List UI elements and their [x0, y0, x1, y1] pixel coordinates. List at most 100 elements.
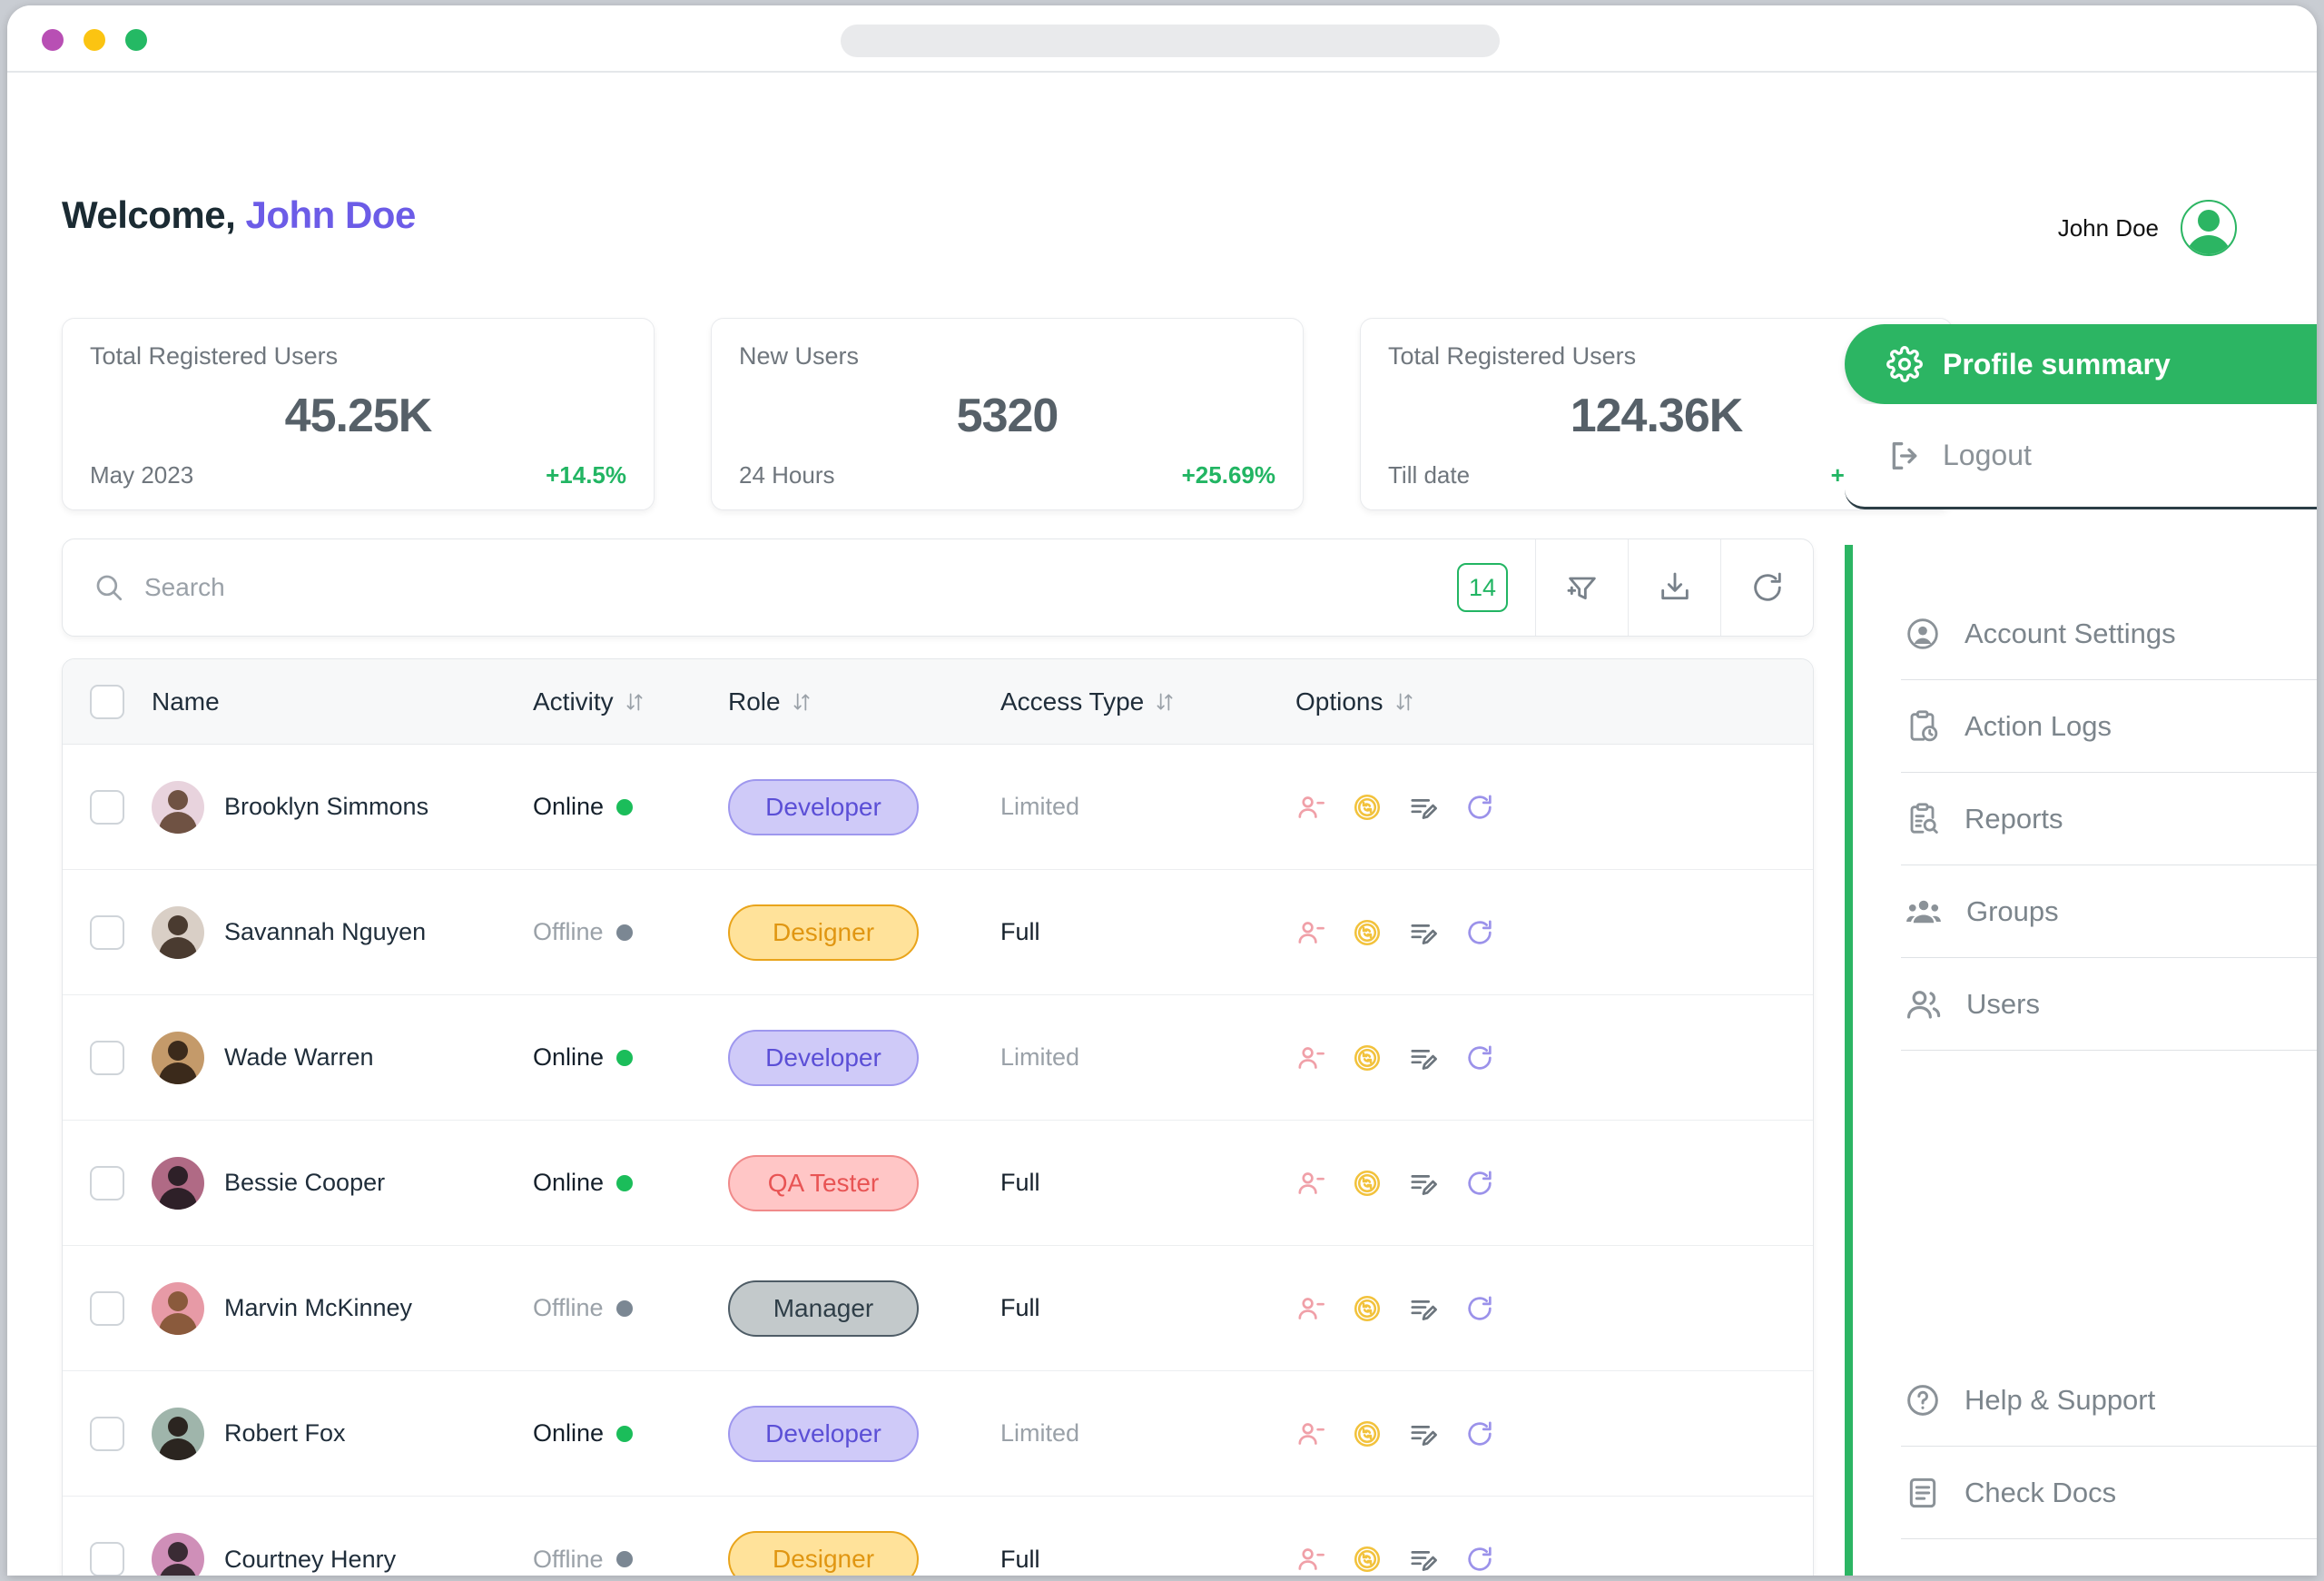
role-badge[interactable]: Developer	[728, 1405, 919, 1462]
row-select-cell[interactable]	[63, 789, 152, 825]
remove-user-icon[interactable]	[1295, 1544, 1326, 1575]
coin-swap-icon[interactable]	[1352, 1293, 1383, 1324]
sort-icon[interactable]	[623, 690, 646, 714]
edit-list-icon[interactable]	[1408, 1168, 1439, 1199]
address-bar[interactable]	[841, 25, 1500, 57]
remove-user-icon[interactable]	[1295, 1168, 1326, 1199]
edit-list-icon[interactable]	[1408, 1042, 1439, 1073]
sidebar-item-users[interactable]: Users	[1901, 958, 2317, 1051]
sort-icon[interactable]	[1153, 690, 1177, 714]
coin-swap-icon[interactable]	[1352, 1042, 1383, 1073]
edit-list-icon[interactable]	[1408, 1418, 1439, 1449]
avatar[interactable]	[152, 780, 204, 834]
row-checkbox[interactable]	[90, 1165, 124, 1201]
access-type-label: Full	[1000, 1294, 1040, 1321]
table-row[interactable]: Robert Fox Online Developer Limited	[63, 1371, 1813, 1497]
row-checkbox[interactable]	[90, 789, 124, 825]
profile-summary-label: Profile summary	[1943, 347, 2171, 380]
refresh-button[interactable]	[1720, 539, 1813, 636]
coin-swap-icon[interactable]	[1352, 792, 1383, 823]
row-select-cell[interactable]	[63, 1040, 152, 1075]
avatar[interactable]	[152, 1031, 204, 1084]
search-field[interactable]	[63, 539, 1430, 636]
column-header-activity[interactable]: Activity	[533, 687, 728, 716]
row-checkbox[interactable]	[90, 914, 124, 950]
stat-cards: Total Registered Users 45.25K May 2023 +…	[62, 318, 1953, 510]
row-select-cell[interactable]	[63, 914, 152, 950]
role-badge[interactable]: Designer	[728, 904, 919, 961]
edit-list-icon[interactable]	[1408, 792, 1439, 823]
role-badge[interactable]: Developer	[728, 1029, 919, 1086]
row-checkbox[interactable]	[90, 1416, 124, 1451]
sort-icon[interactable]	[1393, 690, 1416, 714]
table-row[interactable]: Savannah Nguyen Offline Designer Full	[63, 870, 1813, 995]
role-badge[interactable]: QA Tester	[728, 1154, 919, 1211]
row-checkbox[interactable]	[90, 1290, 124, 1326]
select-all-cell[interactable]	[63, 684, 152, 719]
avatar[interactable]	[152, 905, 204, 959]
column-header-access-type[interactable]: Access Type	[1000, 687, 1295, 716]
sidebar-item-action-logs[interactable]: Action Logs	[1901, 680, 2317, 773]
avatar[interactable]	[152, 1407, 204, 1460]
table-row[interactable]: Courtney Henry Offline Designer Full	[63, 1497, 1813, 1576]
sidebar-item-reports[interactable]: Reports	[1901, 773, 2317, 865]
filter-button[interactable]	[1535, 539, 1628, 636]
column-header-options[interactable]: Options	[1295, 687, 1813, 716]
refresh-icon[interactable]	[1464, 1042, 1495, 1073]
refresh-icon[interactable]	[1464, 792, 1495, 823]
remove-user-icon[interactable]	[1295, 1293, 1326, 1324]
column-header-name[interactable]: Name	[152, 687, 533, 716]
status-badge[interactable]: 14	[1457, 563, 1508, 612]
row-select-cell[interactable]	[63, 1165, 152, 1201]
close-button-icon[interactable]	[42, 29, 64, 51]
role-badge[interactable]: Manager	[728, 1280, 919, 1337]
coin-swap-icon[interactable]	[1352, 917, 1383, 948]
row-checkbox[interactable]	[90, 1040, 124, 1075]
row-checkbox[interactable]	[90, 1542, 124, 1576]
row-select-cell[interactable]	[63, 1416, 152, 1451]
profile-summary-button[interactable]: Profile summary	[1845, 324, 2317, 404]
refresh-icon[interactable]	[1464, 1544, 1495, 1575]
refresh-icon[interactable]	[1464, 1418, 1495, 1449]
sort-icon[interactable]	[790, 690, 813, 714]
edit-list-icon[interactable]	[1408, 917, 1439, 948]
edit-list-icon[interactable]	[1408, 1293, 1439, 1324]
avatar[interactable]	[152, 1533, 204, 1576]
document-icon	[1905, 1475, 1941, 1511]
select-all-checkbox[interactable]	[90, 684, 124, 719]
coin-swap-icon[interactable]	[1352, 1544, 1383, 1575]
remove-user-icon[interactable]	[1295, 917, 1326, 948]
coin-swap-icon[interactable]	[1352, 1168, 1383, 1199]
sidebar-item-account-settings[interactable]: Account Settings	[1901, 588, 2317, 680]
role-badge[interactable]: Designer	[728, 1531, 919, 1576]
sidebar-item-groups[interactable]: Groups	[1901, 865, 2317, 958]
column-header-role[interactable]: Role	[728, 687, 1000, 716]
table-row[interactable]: Marvin McKinney Offline Manager Full	[63, 1246, 1813, 1371]
table-row[interactable]: Brooklyn Simmons Online Developer Limite…	[63, 745, 1813, 870]
remove-user-icon[interactable]	[1295, 1418, 1326, 1449]
maximize-button-icon[interactable]	[125, 29, 147, 51]
edit-list-icon[interactable]	[1408, 1544, 1439, 1575]
row-select-cell[interactable]	[63, 1542, 152, 1576]
avatar[interactable]	[152, 1281, 204, 1335]
row-activity-cell: Offline	[533, 1294, 728, 1322]
logout-button[interactable]: Logout	[1845, 404, 2317, 509]
column-label: Activity	[533, 687, 614, 716]
search-input[interactable]	[144, 573, 1214, 602]
status-dot-icon	[615, 924, 633, 941]
refresh-icon[interactable]	[1464, 1168, 1495, 1199]
minimize-button-icon[interactable]	[84, 29, 105, 51]
table-row[interactable]: Bessie Cooper Online QA Tester Full	[63, 1121, 1813, 1246]
table-row[interactable]: Wade Warren Online Developer Limited	[63, 995, 1813, 1121]
sidebar-item-check-docs[interactable]: Check Docs	[1901, 1447, 2317, 1539]
refresh-icon[interactable]	[1464, 1293, 1495, 1324]
avatar[interactable]	[152, 1156, 204, 1210]
coin-swap-icon[interactable]	[1352, 1418, 1383, 1449]
row-select-cell[interactable]	[63, 1290, 152, 1326]
remove-user-icon[interactable]	[1295, 1042, 1326, 1073]
sidebar-item-help-support[interactable]: Help & Support	[1901, 1354, 2317, 1447]
role-badge[interactable]: Developer	[728, 778, 919, 835]
download-button[interactable]	[1628, 539, 1720, 636]
remove-user-icon[interactable]	[1295, 792, 1326, 823]
refresh-icon[interactable]	[1464, 917, 1495, 948]
